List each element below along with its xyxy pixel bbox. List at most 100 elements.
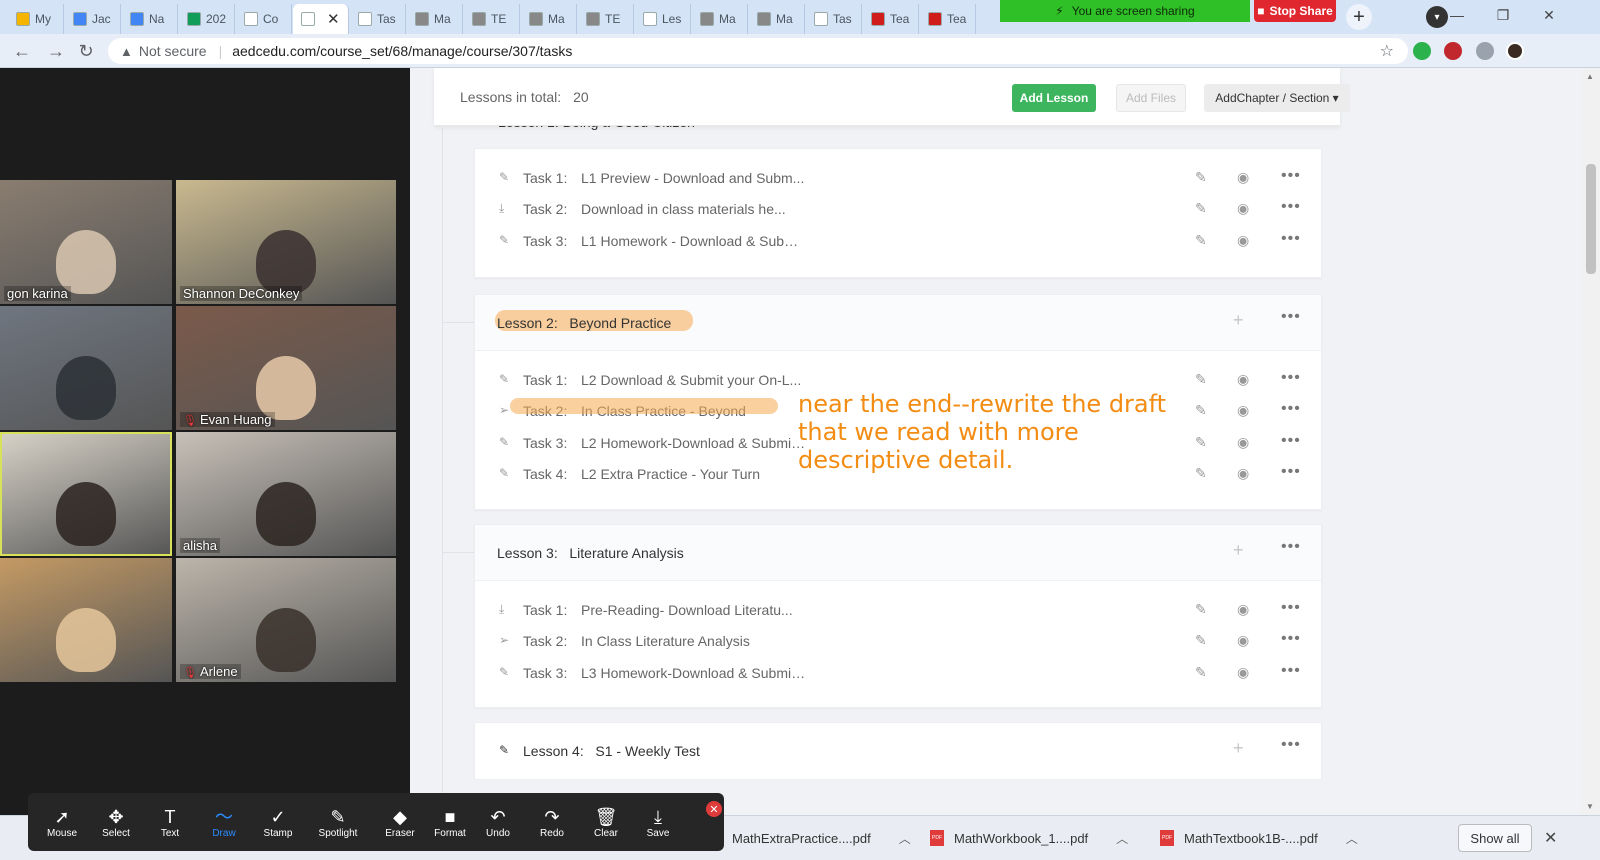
edit-pencil-icon[interactable]: ✎ [1195,402,1207,419]
preview-eye-icon[interactable]: ◉ [1237,232,1249,249]
task-title[interactable]: Pre-Reading- Download Literatu... [581,602,793,618]
browser-tab[interactable]: Ma [521,4,577,34]
browser-tab[interactable]: Jac [65,4,121,34]
preview-eye-icon[interactable]: ◉ [1237,664,1249,681]
extension-badge-icon[interactable] [1444,42,1462,60]
edit-pencil-icon[interactable]: ✎ [1195,169,1207,186]
scroll-thumb[interactable] [1586,164,1596,274]
annotation-tool-save[interactable]: ⤓ Save [630,799,686,845]
new-tab-button[interactable]: + [1346,4,1372,30]
edit-pencil-icon[interactable]: ✎ [1195,601,1207,618]
participant-video-tile[interactable] [0,558,172,682]
annotation-tool-clear[interactable]: 🗑 Clear [578,799,634,845]
browser-tab[interactable]: TE [464,4,520,34]
close-window-icon[interactable]: ✕ [1526,0,1572,30]
add-chapter-section-button[interactable]: AddChapter / Section ▾ [1204,84,1350,112]
back-icon[interactable]: ← [10,40,34,62]
task-title[interactable]: In Class Literature Analysis [581,633,750,649]
more-options-icon[interactable]: ••• [1281,538,1301,556]
browser-tab[interactable]: Ma [407,4,463,34]
task-title[interactable]: L1 Preview - Download and Subm... [581,170,804,186]
more-options-icon[interactable]: ••• [1281,369,1301,387]
browser-tab[interactable]: 202 [179,4,235,34]
annotation-tool-draw[interactable]: 〜 Draw [196,799,252,845]
lesson-header[interactable]: Lesson 3: Literature Analysis + ••• [475,525,1321,581]
browser-tab[interactable]: Tas [350,4,406,34]
browser-tab[interactable]: My [8,4,64,34]
more-options-icon[interactable]: ••• [1281,198,1301,216]
bookmark-star-icon[interactable]: ☆ [1380,41,1394,61]
lesson-header[interactable]: Lesson 2: Beyond Practice + ••• [475,295,1321,351]
avatar[interactable] [1506,42,1524,60]
more-options-icon[interactable]: ••• [1281,167,1301,185]
close-tab-icon[interactable]: ✕ [327,10,340,28]
browser-tab[interactable]: Ma [692,4,748,34]
minimize-icon[interactable]: — [1434,0,1480,30]
extensions-puzzle-icon[interactable] [1476,42,1494,60]
more-options-icon[interactable]: ••• [1281,432,1301,450]
annotation-tool-mouse[interactable]: ➚ Mouse [34,799,90,845]
browser-tab[interactable]: TE [578,4,634,34]
participant-video-tile[interactable] [0,306,172,430]
preview-eye-icon[interactable]: ◉ [1237,434,1249,451]
participant-video-tile[interactable]: alisha [176,432,396,556]
preview-eye-icon[interactable]: ◉ [1237,371,1249,388]
preview-eye-icon[interactable]: ◉ [1237,465,1249,482]
edit-pencil-icon[interactable]: ✎ [1195,371,1207,388]
edit-pencil-icon[interactable]: ✎ [1195,232,1207,249]
task-title[interactable]: L3 Homework-Download & Submit ... [581,665,807,681]
annotation-tool-eraser[interactable]: ◆ Eraser [372,799,428,845]
preview-eye-icon[interactable]: ◉ [1237,402,1249,419]
add-files-button[interactable]: Add Files [1116,84,1186,112]
participant-video-tile[interactable]: 🎙 Evan Huang [176,306,396,430]
browser-tab[interactable]: Les [635,4,691,34]
download-item[interactable]: PDF MathWorkbook_1....pdf ︿ [930,824,1128,852]
task-row[interactable]: ✎ Task 3: L1 Homework - Download & Submi..… [475,226,1321,257]
more-options-icon[interactable]: ••• [1281,463,1301,481]
annotation-tool-select[interactable]: ✥ Select [88,799,144,845]
chevron-up-icon[interactable]: ︿ [1346,830,1358,847]
add-task-icon[interactable]: + [1233,738,1244,759]
more-options-icon[interactable]: ••• [1281,308,1301,326]
task-title[interactable]: L2 Extra Practice - Your Turn [581,466,760,482]
address-bar[interactable]: ▲ Not secure | aedcedu.com/course_set/68… [108,38,1408,64]
task-title[interactable]: L2 Homework-Download & Submit ... [581,435,807,451]
extension-icon[interactable] [1413,42,1431,60]
chevron-up-icon[interactable]: ︿ [1116,830,1128,847]
add-task-icon[interactable]: + [1233,540,1244,561]
browser-tab[interactable]: Tas [806,4,862,34]
scroll-down-icon[interactable]: ▼ [1586,802,1594,811]
task-row[interactable]: ✎ Task 3: L3 Homework-Download & Submit ..… [475,658,1321,689]
forward-icon[interactable]: → [44,40,68,62]
reload-icon[interactable]: ↻ [74,40,98,62]
add-lesson-button[interactable]: Add Lesson [1012,84,1096,112]
lesson-header[interactable]: ✎ Lesson 4: S1 - Weekly Test + ••• [475,723,1321,779]
annotation-tool-undo[interactable]: ↶ Undo [470,799,526,845]
preview-eye-icon[interactable]: ◉ [1237,632,1249,649]
participant-video-tile[interactable] [0,432,172,556]
task-row[interactable]: ➢ Task 2: In Class Literature Analysis ✎ ◉ ••… [475,626,1321,657]
edit-pencil-icon[interactable]: ✎ [1195,434,1207,451]
task-title[interactable]: Download in class materials he... [581,201,786,217]
annotation-tool-text[interactable]: T Text [142,799,198,845]
browser-tab[interactable]: Tea [863,4,919,34]
preview-eye-icon[interactable]: ◉ [1237,200,1249,217]
annotation-tool-redo[interactable]: ↷ Redo [524,799,580,845]
edit-pencil-icon[interactable]: ✎ [1195,200,1207,217]
download-item[interactable]: PDF MathTextbook1B-....pdf ︿ [1160,824,1358,852]
more-options-icon[interactable]: ••• [1281,662,1301,680]
task-row[interactable]: ⤓ Task 1: Pre-Reading- Download Literatu..… [475,595,1321,626]
more-options-icon[interactable]: ••• [1281,736,1301,754]
task-row[interactable]: ✎ Task 1: L1 Preview - Download and Subm..… [475,163,1321,194]
annotation-tool-stamp[interactable]: ✓ Stamp [250,799,306,845]
task-title[interactable]: L2 Download & Submit your On-L... [581,372,801,388]
restore-icon[interactable]: ❐ [1480,0,1526,30]
show-all-button[interactable]: Show all [1458,824,1532,852]
more-options-icon[interactable]: ••• [1281,230,1301,248]
preview-eye-icon[interactable]: ◉ [1237,601,1249,618]
browser-tab[interactable]: Ma [749,4,805,34]
download-item[interactable]: MathExtraPractice....pdf ︿ [732,824,911,852]
more-options-icon[interactable]: ••• [1281,400,1301,418]
scroll-up-icon[interactable]: ▲ [1586,72,1594,81]
task-row[interactable]: ⤓ Task 2: Download in class materials he..… [475,194,1321,225]
